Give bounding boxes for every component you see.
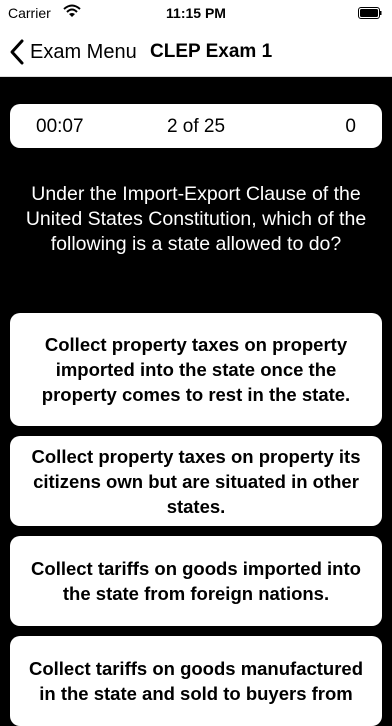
chevron-left-icon: [10, 39, 24, 65]
exam-stats-bar: 00:07 2 of 25 0: [10, 104, 382, 148]
back-button-label: Exam Menu: [30, 40, 137, 63]
battery-icon: [358, 7, 382, 19]
status-time: 11:15 PM: [166, 5, 226, 21]
answer-option-3[interactable]: Collect tariffs on goods imported into t…: [10, 536, 382, 626]
question-text: Under the Import-Export Clause of the Un…: [25, 183, 367, 255]
question-progress: 2 of 25: [166, 116, 226, 137]
status-bar: Carrier 11:15 PM: [0, 0, 392, 28]
answer-option-4[interactable]: Collect tariffs on goods manufactured in…: [10, 636, 382, 726]
page-title: CLEP Exam 1: [150, 41, 273, 62]
score: 0: [345, 116, 356, 137]
navigation-bar: Exam Menu CLEP Exam 1: [0, 28, 392, 77]
back-button[interactable]: Exam Menu: [8, 38, 137, 66]
answer-option-1[interactable]: Collect property taxes on property impor…: [10, 313, 382, 426]
answer-option-2[interactable]: Collect property taxes on property its c…: [10, 436, 382, 526]
